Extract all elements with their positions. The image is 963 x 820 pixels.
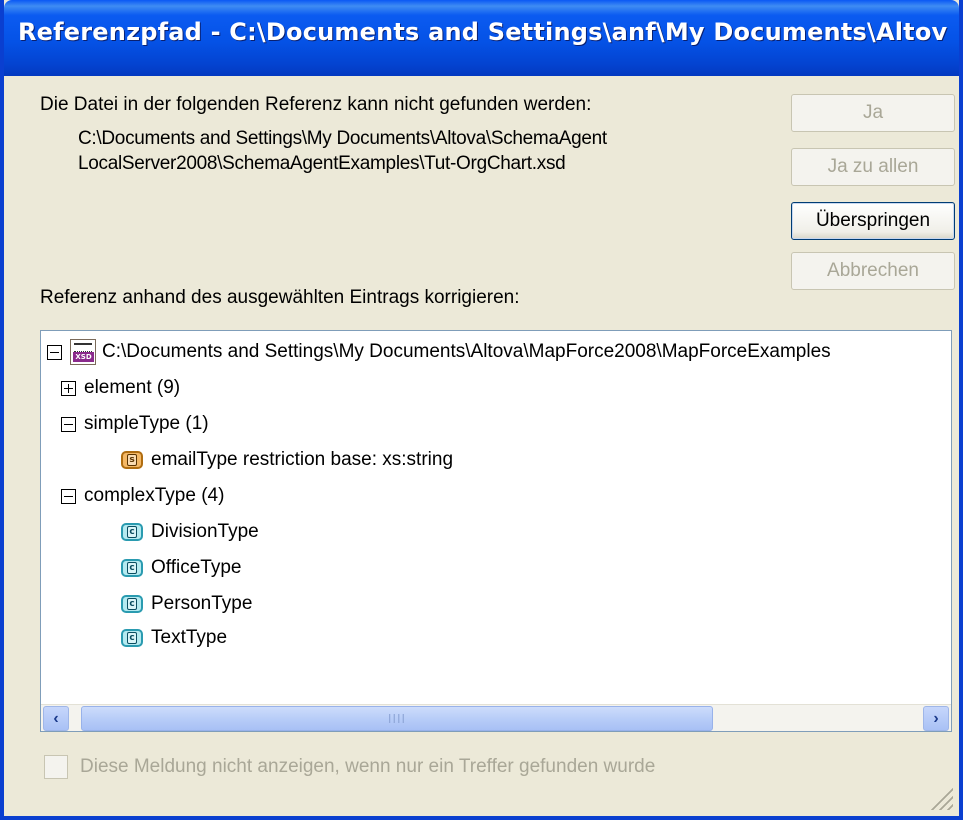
yes-to-all-button[interactable]: Ja zu allen [791,148,955,186]
collapse-toggle-icon[interactable] [61,416,76,432]
cancel-button[interactable]: Abbrechen [791,252,955,290]
missing-path-line-2: LocalServer2008\SchemaAgentExamples\Tut-… [78,153,566,174]
tree-item-persontype[interactable]: c PersonType [121,589,252,619]
missing-path-line-1: C:\Documents and Settings\My Documents\A… [78,128,607,149]
complex-type-icon: c [121,523,143,541]
dont-show-checkbox-row[interactable]: Diese Meldung nicht anzeigen, wenn nur e… [44,755,655,779]
yes-button[interactable]: Ja [791,94,955,132]
tree-item-texttype[interactable]: c TextType [121,623,227,653]
tree-item-label: DivisionType [151,521,259,542]
simple-type-icon: s [121,451,143,469]
tree-item-officetype[interactable]: c OfficeType [121,553,241,583]
complex-type-icon: c [121,559,143,577]
correct-reference-label: Referenz anhand des ausgewählten Eintrag… [40,287,520,308]
expand-toggle-icon[interactable] [61,380,76,396]
tree-group-simpletype[interactable]: simpleType (1) [61,409,209,439]
not-found-message: Die Datei in der folgenden Referenz kann… [40,94,592,115]
tree-item-emailtype[interactable]: s emailType restriction base: xs:string [121,445,453,475]
collapse-toggle-icon[interactable] [61,488,76,504]
tree-group-label: complexType (4) [84,485,225,506]
schema-tree[interactable]: XSD C:\Documents and Settings\My Documen… [40,330,952,732]
tree-item-label: emailType restriction base: xs:string [151,449,454,470]
yes-to-all-button-label: Ja zu allen [827,156,919,177]
dont-show-checkbox[interactable] [44,755,68,779]
chevron-right-icon: › [933,709,939,727]
yes-button-label: Ja [862,102,884,123]
chevron-left-icon: ‹ [53,709,59,727]
complex-type-icon: c [121,629,143,647]
complex-type-icon: c [121,595,143,613]
tree-group-element[interactable]: element (9) [61,373,180,403]
collapse-toggle-icon[interactable] [47,344,62,360]
dont-show-checkbox-label: Diese Meldung nicht anzeigen, wenn nur e… [80,756,656,777]
skip-button[interactable]: Überspringen [791,202,955,240]
scroll-left-button[interactable]: ‹ [43,706,69,731]
resize-grip-icon[interactable] [931,788,953,810]
tree-root-row[interactable]: XSD C:\Documents and Settings\My Documen… [47,337,831,367]
horizontal-scrollbar[interactable]: ‹ IIII › [41,704,951,731]
title-bar[interactable]: Referenzpfad - C:\Documents and Settings… [4,0,959,76]
tree-group-label: simpleType (1) [84,413,209,434]
tree-item-label: TextType [151,627,228,648]
skip-button-label: Überspringen [815,210,931,231]
tree-item-label: OfficeType [151,557,242,578]
tree-item-divisiontype[interactable]: c DivisionType [121,517,259,547]
tree-group-label: element (9) [84,377,181,398]
tree-root-label: C:\Documents and Settings\My Documents\A… [102,341,831,362]
scroll-right-button[interactable]: › [923,706,949,731]
cancel-button-label: Abbrechen [827,260,919,281]
grip-icon: IIII [387,711,407,726]
scrollbar-thumb[interactable]: IIII [81,706,713,731]
dialog-window: Referenzpfad - C:\Documents and Settings… [0,0,963,820]
window-title: Referenzpfad - C:\Documents and Settings… [18,18,948,46]
tree-group-complextype[interactable]: complexType (4) [61,481,224,511]
tree-item-label: PersonType [151,593,253,614]
xsd-file-icon: XSD [70,339,96,365]
